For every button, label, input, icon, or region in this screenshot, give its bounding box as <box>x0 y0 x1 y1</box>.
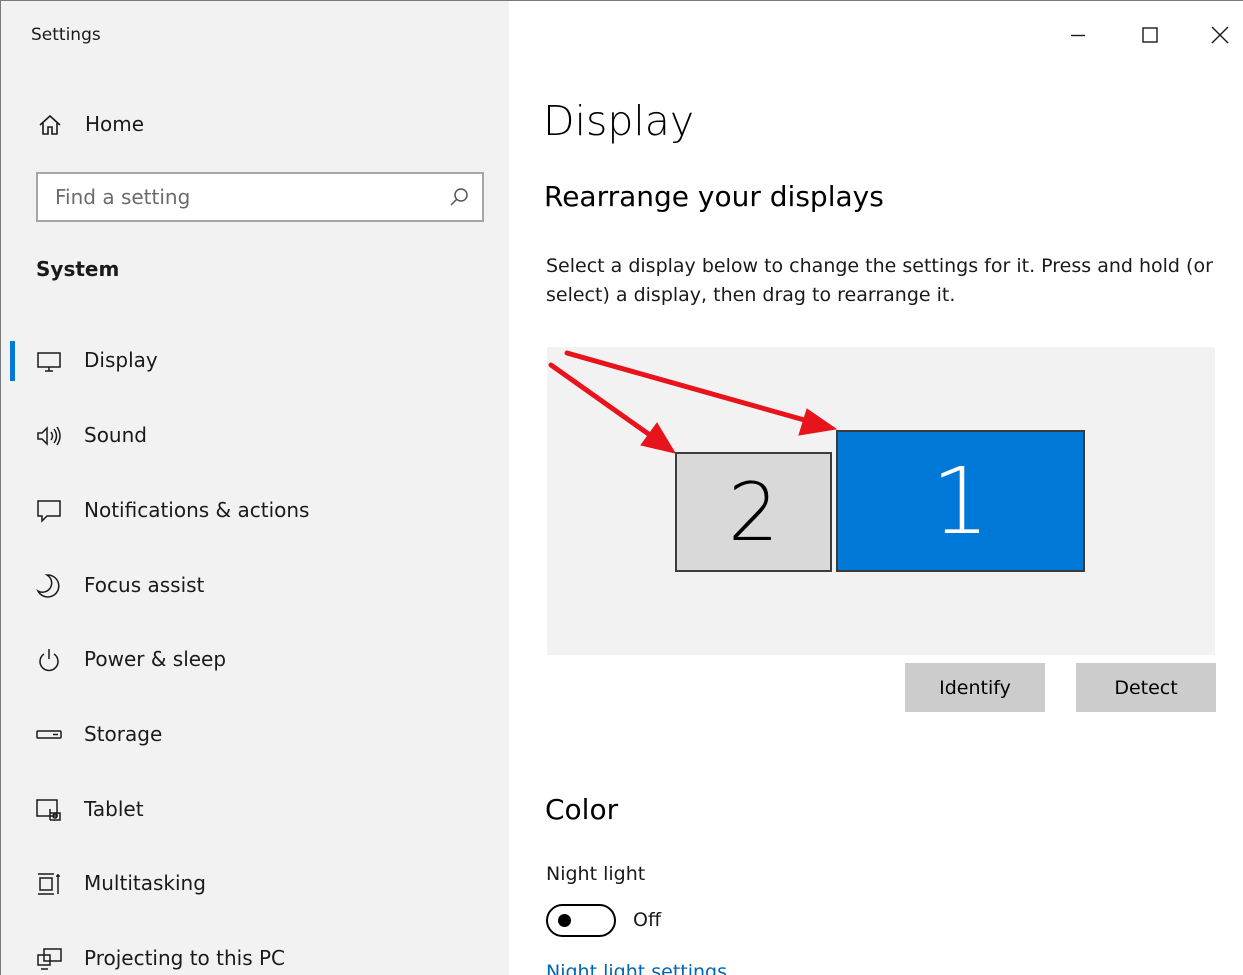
rearrange-heading: Rearrange your displays <box>544 180 884 213</box>
speaker-icon <box>35 422 63 450</box>
section-label-system: System <box>36 257 120 281</box>
sidebar-item-label: Notifications & actions <box>84 498 310 522</box>
sidebar-item-notifications[interactable]: Notifications & actions <box>1 481 509 541</box>
sidebar-item-focus-assist[interactable]: Focus assist <box>1 556 509 616</box>
sidebar-item-multitasking[interactable]: Multitasking <box>1 854 509 914</box>
sidebar-item-power-sleep[interactable]: Power & sleep <box>1 630 509 690</box>
notification-icon <box>35 497 63 525</box>
sidebar-item-storage[interactable]: Storage <box>1 705 509 765</box>
sidebar-item-projecting[interactable]: Projecting to this PC <box>1 929 509 975</box>
night-light-state: Off <box>633 909 662 931</box>
app-title: Settings <box>31 25 101 45</box>
maximize-button[interactable] <box>1128 15 1172 55</box>
monitor-icon <box>35 347 63 375</box>
sidebar-item-label: Focus assist <box>84 573 205 597</box>
toggle-knob <box>558 914 571 927</box>
sidebar-item-label: Power & sleep <box>84 647 227 671</box>
sidebar-item-label: Tablet <box>84 797 144 821</box>
power-icon <box>35 646 63 674</box>
multitasking-icon <box>35 870 63 898</box>
display-2-tile[interactable]: 2 <box>675 452 832 572</box>
annotation-arrow <box>564 350 818 426</box>
close-icon <box>1211 26 1229 44</box>
annotation-arrowhead <box>640 422 677 454</box>
projecting-icon <box>35 945 63 973</box>
display-arrangement-area[interactable]: 2 1 <box>547 347 1215 655</box>
sidebar-item-label: Home <box>85 112 145 136</box>
sidebar: Settings Home Find a setting System Disp… <box>1 1 509 975</box>
display-1-tile[interactable]: 1 <box>836 430 1085 572</box>
night-light-label: Night light <box>546 863 646 885</box>
settings-window: Settings Home Find a setting System Disp… <box>0 0 1243 975</box>
search-input[interactable]: Find a setting <box>36 172 484 222</box>
minimize-button[interactable] <box>1056 15 1100 55</box>
sidebar-item-display[interactable]: Display <box>1 331 509 391</box>
color-heading: Color <box>545 793 619 826</box>
moon-icon <box>35 572 63 600</box>
sidebar-item-label: Sound <box>84 423 147 447</box>
annotation-arrowhead <box>798 408 838 436</box>
sidebar-item-label: Storage <box>84 722 163 746</box>
sidebar-item-sound[interactable]: Sound <box>1 406 509 466</box>
night-light-toggle[interactable] <box>546 904 616 937</box>
sidebar-item-home[interactable]: Home <box>1 103 509 147</box>
sidebar-item-label: Projecting to this PC <box>84 946 286 970</box>
annotation-arrow <box>548 362 660 443</box>
tablet-icon <box>35 796 63 824</box>
search-placeholder: Find a setting <box>55 185 191 209</box>
minimize-icon <box>1071 34 1085 37</box>
sidebar-item-label: Multitasking <box>84 871 206 895</box>
home-icon <box>37 112 63 138</box>
storage-icon <box>35 721 63 749</box>
identify-button[interactable]: Identify <box>905 663 1045 712</box>
search-icon[interactable] <box>448 186 470 208</box>
maximize-icon <box>1142 27 1158 43</box>
page-title: Display <box>543 97 695 145</box>
close-button[interactable] <box>1198 15 1242 55</box>
sidebar-item-tablet[interactable]: Tablet <box>1 780 509 840</box>
sidebar-item-label: Display <box>84 348 158 372</box>
detect-button[interactable]: Detect <box>1076 663 1216 712</box>
night-light-settings-link[interactable]: Night light settings <box>546 961 727 975</box>
rearrange-description: Select a display below to change the set… <box>546 255 1213 306</box>
